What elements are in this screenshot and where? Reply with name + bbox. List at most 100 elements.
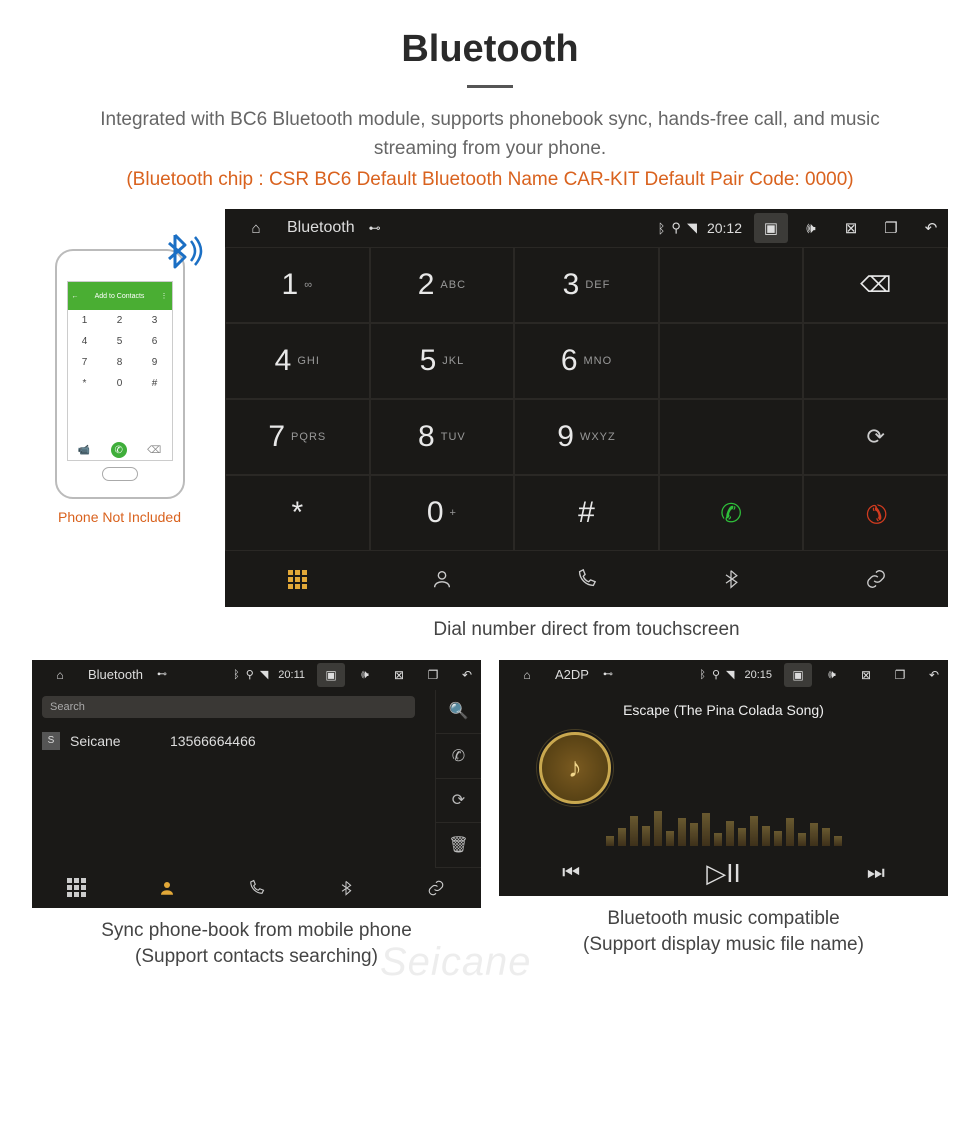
key-4[interactable]: 4GHI — [225, 323, 370, 399]
bt-status-icon: ᛒ — [699, 669, 706, 681]
volume-icon[interactable]: 🕪 — [818, 663, 846, 687]
next-button[interactable]: ⏭ — [867, 862, 885, 885]
equalizer — [499, 796, 948, 846]
key-star[interactable]: * — [225, 475, 370, 551]
key-9[interactable]: 9WXYZ — [514, 399, 659, 475]
contact-row[interactable]: S Seicane 13566664466 — [42, 728, 425, 754]
phone-mock: ←Add to Contacts⋮ 123 456 789 *0# 📹✆⌫ — [55, 249, 185, 499]
tab-pair[interactable] — [391, 868, 481, 908]
description-text: Integrated with BC6 Bluetooth module, su… — [0, 106, 980, 169]
prev-button[interactable]: ⏮ — [562, 862, 580, 885]
person-icon — [431, 568, 453, 590]
contact-name: Seicane — [70, 733, 160, 749]
contact-initial: S — [42, 732, 60, 750]
contact-number: 13566664466 — [170, 733, 256, 749]
home-icon[interactable]: ⌂ — [239, 213, 273, 243]
back-icon[interactable]: ↶ — [453, 663, 481, 687]
hangup-button[interactable]: ✆ — [803, 475, 948, 551]
link-icon — [864, 568, 888, 590]
bt-status-icon: ᛒ — [658, 221, 666, 236]
title-underline — [467, 85, 513, 88]
tab-contacts[interactable] — [370, 551, 515, 607]
app-title: Bluetooth — [287, 219, 355, 237]
key-empty — [659, 247, 804, 323]
music-note-icon: ♪ — [568, 752, 582, 784]
play-button[interactable]: ▷II — [706, 858, 740, 889]
camera-icon[interactable]: ▣ — [754, 213, 788, 243]
search-button[interactable]: 🔍 — [436, 690, 481, 735]
status-bar: ⌂ Bluetooth ⊷ ᛒ ⚲ ◥ 20:12 ▣ 🕪 ⊠ ❐ ↶ — [225, 209, 948, 247]
location-icon: ⚲ — [246, 668, 254, 681]
tab-pair[interactable] — [803, 551, 948, 607]
delete-button[interactable]: 🗑 — [436, 823, 481, 868]
spec-text: (Bluetooth chip : CSR BC6 Default Blueto… — [0, 169, 980, 209]
call-button[interactable]: ✆ — [659, 475, 804, 551]
back-icon[interactable]: ↶ — [914, 213, 948, 243]
phone-note: Phone Not Included — [32, 509, 207, 525]
app-title: Bluetooth — [88, 667, 143, 682]
key-empty — [659, 399, 804, 475]
sync-button[interactable]: ⟳ — [803, 399, 948, 475]
clock: 20:11 — [278, 669, 305, 681]
dialer-device: ⌂ Bluetooth ⊷ ᛒ ⚲ ◥ 20:12 ▣ 🕪 ⊠ ❐ ↶ — [225, 209, 948, 607]
tab-dialpad[interactable] — [225, 551, 370, 607]
call-button[interactable]: ✆ — [436, 734, 481, 779]
back-icon[interactable]: ↶ — [920, 663, 948, 687]
home-icon[interactable]: ⌂ — [46, 663, 74, 687]
recent-icon[interactable]: ❐ — [874, 213, 908, 243]
volume-icon[interactable]: 🕪 — [794, 213, 828, 243]
phonebook-device: ⌂ Bluetooth ⊷ ᛒ ⚲ ◥ 20:11 ▣ 🕪 ⊠ ❐ ↶ — [32, 660, 481, 908]
watermark: Seicane — [380, 940, 532, 985]
tab-dialpad[interactable] — [32, 868, 122, 908]
search-input[interactable]: Search — [42, 696, 415, 718]
app-title: A2DP — [555, 667, 589, 682]
tab-calls[interactable] — [514, 551, 659, 607]
tab-bluetooth[interactable] — [659, 551, 804, 607]
wifi-icon: ◥ — [260, 668, 268, 681]
music-caption: Bluetooth music compatible(Support displ… — [499, 896, 948, 961]
clock: 20:12 — [707, 220, 742, 236]
home-icon[interactable]: ⌂ — [513, 663, 541, 687]
usb-icon: ⊷ — [603, 669, 613, 680]
close-icon[interactable]: ⊠ — [385, 663, 413, 687]
close-icon[interactable]: ⊠ — [852, 663, 880, 687]
link-icon — [426, 879, 446, 897]
key-7[interactable]: 7PQRS — [225, 399, 370, 475]
bluetooth-icon — [338, 878, 354, 898]
tab-calls[interactable] — [212, 868, 302, 908]
close-icon[interactable]: ⊠ — [834, 213, 868, 243]
phone-icon — [575, 568, 597, 590]
bluetooth-wave-icon — [157, 227, 205, 275]
track-title: Escape (The Pina Colada Song) — [499, 702, 948, 718]
location-icon: ⚲ — [712, 668, 720, 681]
dialer-caption: Dial number direct from touchscreen — [225, 607, 948, 646]
key-3[interactable]: 3DEF — [514, 247, 659, 323]
wifi-icon: ◥ — [687, 220, 697, 236]
key-6[interactable]: 6MNO — [514, 323, 659, 399]
key-2[interactable]: 2ABC — [370, 247, 515, 323]
camera-icon[interactable]: ▣ — [317, 663, 345, 687]
key-8[interactable]: 8TUV — [370, 399, 515, 475]
music-device: ⌂ A2DP ⊷ ᛒ ⚲ ◥ 20:15 ▣ 🕪 ⊠ ❐ ↶ — [499, 660, 948, 896]
tab-contacts[interactable] — [122, 868, 212, 908]
wifi-icon: ◥ — [726, 668, 734, 681]
recent-icon[interactable]: ❐ — [886, 663, 914, 687]
backspace-button[interactable]: ⌫ — [803, 247, 948, 323]
camera-icon[interactable]: ▣ — [784, 663, 812, 687]
location-icon: ⚲ — [671, 220, 681, 236]
tab-bluetooth[interactable] — [301, 868, 391, 908]
usb-icon: ⊷ — [157, 669, 167, 680]
key-hash[interactable]: # — [514, 475, 659, 551]
key-empty — [659, 323, 804, 399]
phone-mock-column: ←Add to Contacts⋮ 123 456 789 *0# 📹✆⌫ Ph… — [32, 209, 207, 525]
key-empty — [803, 323, 948, 399]
key-0[interactable]: 0+ — [370, 475, 515, 551]
phone-icon — [247, 879, 265, 897]
person-icon — [158, 879, 176, 897]
recent-icon[interactable]: ❐ — [419, 663, 447, 687]
sync-button[interactable]: ⟳ — [436, 779, 481, 824]
key-1[interactable]: 1∞ — [225, 247, 370, 323]
key-5[interactable]: 5JKL — [370, 323, 515, 399]
volume-icon[interactable]: 🕪 — [351, 663, 379, 687]
bt-status-icon: ᛒ — [233, 669, 240, 681]
